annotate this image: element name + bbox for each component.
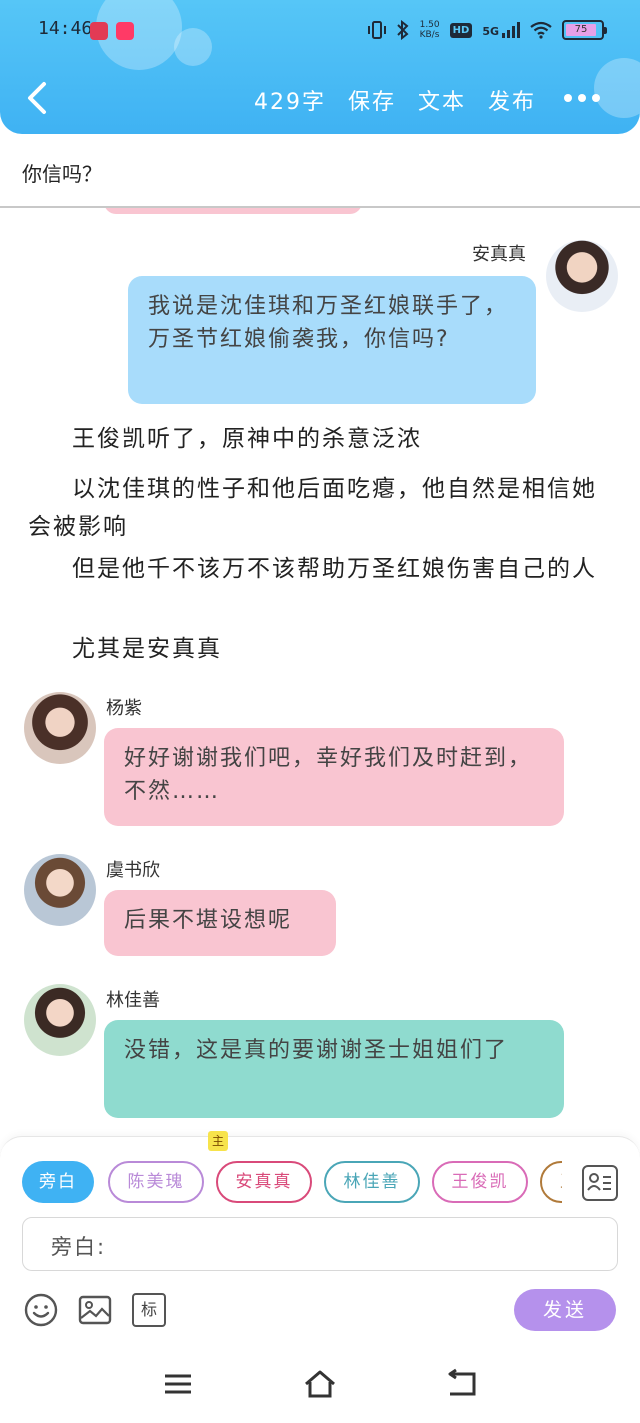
status-bar: 14:46 1.50 KB/s HD 5G 75 [0,14,640,50]
role-chip[interactable]: 林佳善 [324,1161,420,1203]
net-speed-value: 1.50 [419,20,440,30]
save-button[interactable]: 保存 [348,84,396,116]
role-chip-narrator[interactable]: 旁白 [22,1161,94,1203]
emoji-icon[interactable] [24,1293,58,1327]
narration-paragraph[interactable]: 尤其是安真真 [28,630,612,668]
network-type: 5G [482,25,499,38]
image-icon[interactable] [78,1293,112,1327]
story-title-bar[interactable]: 你信吗？ [0,134,640,208]
text-button[interactable]: 文本 [418,84,466,116]
system-nav-bar [0,1348,640,1423]
message-bubble[interactable]: 没错，这是真的要谢谢圣士姐姐们了 [104,1020,564,1118]
vibrate-icon [367,21,386,39]
word-count: 429字 [253,90,326,115]
battery-level: 75 [566,24,596,36]
role-chip[interactable]: 王 [540,1161,562,1203]
speaker-name: 安真真 [472,244,526,265]
contact-card-icon [587,1173,611,1191]
status-time: 14:46 [38,18,93,39]
avatar-linjiashan[interactable] [24,984,96,1056]
hd-badge: HD [449,22,473,38]
compose-panel: 旁白 陈美瑰 安真真 林佳善 王俊凯 王 主 旁白: 标 发送 [0,1131,640,1348]
bluetooth-icon [396,20,409,40]
tag-button[interactable]: 标 [132,1293,166,1327]
editor-toolbar: 429字 保存 文本 发布 [0,72,640,126]
role-list-icon[interactable] [582,1165,618,1201]
role-chip[interactable]: 陈美瑰 [108,1161,204,1203]
input-speaker-prefix: 旁白: [51,1235,107,1259]
home-icon[interactable] [302,1368,338,1400]
more-options-icon[interactable] [564,94,600,102]
role-chip[interactable]: 安真真 [216,1161,312,1203]
publish-button[interactable]: 发布 [488,84,536,116]
avatar-yangzi[interactable] [24,692,96,764]
main-role-badge: 主 [208,1131,228,1151]
app-notification-icon [90,22,108,40]
cellular-signal: 5G [482,22,520,38]
back-arrow-icon[interactable] [22,78,58,118]
narration-paragraph[interactable]: 以沈佳琪的性子和他后面吃瘪，他自然是相信她会被影响 [28,470,612,546]
role-chip[interactable]: 王俊凯 [432,1161,528,1203]
partial-message-bubble [104,208,362,214]
wifi-icon [530,21,552,39]
role-selector: 旁白 陈美瑰 安真真 林佳善 王俊凯 王 [22,1161,562,1205]
app-header: 14:46 1.50 KB/s HD 5G 75 429字 保存 文本 发布 [0,0,640,134]
avatar-yushuxin[interactable] [24,854,96,926]
net-speed: 1.50 KB/s [420,20,440,40]
back-nav-icon[interactable] [444,1368,478,1400]
speaker-name: 虞书欣 [106,860,160,881]
video-app-icon [116,22,134,40]
send-button[interactable]: 发送 [514,1289,616,1331]
net-speed-unit: KB/s [419,30,440,40]
speaker-name: 林佳善 [106,990,160,1011]
story-title: 你信吗？ [22,162,102,186]
narration-paragraph[interactable]: 王俊凯听了，原神中的杀意泛浓 [28,420,612,458]
message-input[interactable]: 旁白: [22,1217,618,1271]
menu-icon[interactable] [162,1368,194,1400]
battery-icon: 75 [562,20,607,40]
message-bubble[interactable]: 我说是沈佳琪和万圣红娘联手了，万圣节红娘偷袭我，你信吗? [128,276,536,404]
avatar-anzhenzhen[interactable] [546,240,618,312]
message-bubble[interactable]: 后果不堪设想呢 [104,890,336,956]
signal-bars-icon [502,22,520,38]
chat-content[interactable]: 安真真 我说是沈佳琪和万圣红娘联手了，万圣节红娘偷袭我，你信吗? 王俊凯听了，原… [0,208,640,1138]
narration-paragraph[interactable]: 但是他千不该万不该帮助万圣红娘伤害自己的人 [28,550,612,588]
speaker-name: 杨紫 [106,698,142,719]
message-bubble[interactable]: 好好谢谢我们吧，幸好我们及时赶到，不然…… [104,728,564,826]
